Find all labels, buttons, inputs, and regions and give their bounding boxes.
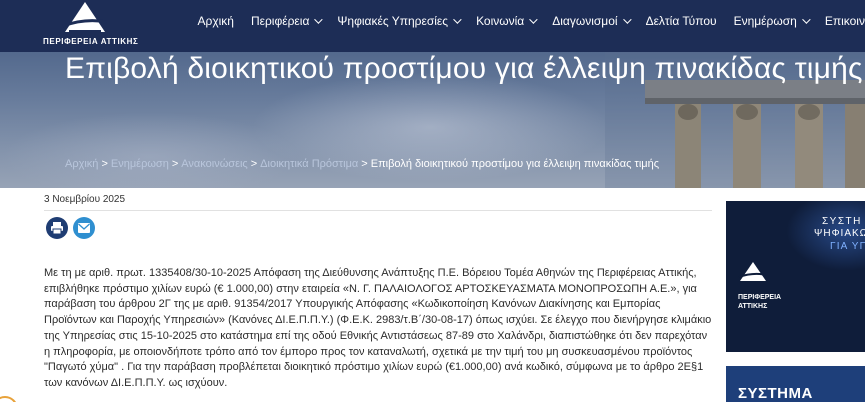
share-bar xyxy=(46,217,95,239)
system-banner[interactable]: ΣΥΣΤΗΜΑ xyxy=(726,366,865,402)
print-icon xyxy=(51,222,63,235)
top-header: ΠΕΡΙΦΕΡΕΙΑ ΑΤΤΙΚΗΣ Αρχική Περιφέρεια Ψηφια… xyxy=(0,0,865,52)
email-button[interactable] xyxy=(73,217,95,239)
banner-logo-line: ΠΕΡΙΦΕΡΕΙΑ xyxy=(738,294,782,301)
site-logo[interactable]: ΠΕΡΙΦΕΡΕΙΑ ΑΤΤΙΚΗΣ xyxy=(43,0,138,52)
article-body: Με τη με αριθ. πρωτ. 1335408/30-10-2025 … xyxy=(44,267,712,389)
breadcrumb-link[interactable]: Ανακοινώσεις xyxy=(181,158,247,170)
chevron-down-icon xyxy=(453,15,462,24)
breadcrumb-separator: > xyxy=(250,158,258,170)
chevron-down-icon xyxy=(314,15,324,24)
nav-label: Δελτία Τύπου xyxy=(645,14,717,28)
chevron-down-icon xyxy=(801,15,811,24)
breadcrumb-separator: > xyxy=(171,158,179,170)
nav-label: Αρχική xyxy=(197,14,234,28)
banner-line: ΨΗΦΙΑΚΩΝ Ε xyxy=(814,228,865,239)
nav-item-4[interactable]: Διαγωνισμοί xyxy=(544,14,637,28)
nav-label: Διαγωνισμοί xyxy=(552,14,618,28)
nav-label: Ενημέρωση xyxy=(733,14,797,28)
print-button[interactable] xyxy=(46,217,68,239)
nav-item-3[interactable]: Κοινωνία xyxy=(468,14,544,28)
breadcrumb-link[interactable]: Ενημέρωση xyxy=(111,158,169,170)
banner-line: ΣΥΣΤΗ xyxy=(822,216,862,227)
nav-label: Περιφέρεια xyxy=(250,14,310,28)
nav-item-2[interactable]: Ψηφιακές Υπηρεσίες xyxy=(329,14,468,28)
nav-item-7[interactable]: Επικοινωνία xyxy=(816,14,865,28)
main-nav: Αρχική Περιφέρεια Ψηφιακές Υπηρεσίες Κοινων… xyxy=(189,0,865,42)
breadcrumb-separator: > xyxy=(361,158,368,170)
accessibility-widget[interactable] xyxy=(0,396,18,402)
nav-item-6[interactable]: Ενημέρωση xyxy=(725,14,816,28)
chevron-down-icon xyxy=(529,15,538,24)
banner-line: ΓΙΑ ΥΠΗΡΕΣΙΕ xyxy=(830,241,865,252)
logo-triangle-icon xyxy=(62,2,108,34)
breadcrumb-link[interactable]: Διοικητικά Πρόστιμα xyxy=(260,158,358,170)
publish-date: 3 Νοεμβρίου 2025 xyxy=(44,194,126,205)
region-logo-icon xyxy=(738,262,768,281)
nav-item-5[interactable]: Δελτία Τύπου xyxy=(637,14,725,28)
nav-label: Ψηφιακές Υπηρεσίες xyxy=(337,14,449,28)
breadcrumb-current: Επιβολή διοικητικού προστίμου για έλλειψ… xyxy=(370,158,660,170)
page-title: Επιβολή διοικητικού προστίμου για έλλειψ… xyxy=(65,52,863,85)
nav-item-0[interactable]: Αρχική xyxy=(189,14,242,28)
system-banner-text: ΣΥΣΤΗΜΑ xyxy=(738,385,813,402)
logo-text: ΠΕΡΙΦΕΡΕΙΑ ΑΤΤΙΚΗΣ xyxy=(43,37,139,46)
breadcrumb: Αρχική > Ενημέρωση > Ανακοινώσεις > Διοικητικά… xyxy=(65,158,659,170)
nav-label: Κοινωνία xyxy=(476,14,525,28)
banner-logo-line: ΑΤΤΙΚΗΣ xyxy=(738,303,768,310)
hero-banner: Επιβολή διοικητικού προστίμου για έλλειψ… xyxy=(0,52,865,188)
divider xyxy=(44,210,712,211)
chevron-down-icon xyxy=(622,15,632,24)
email-icon xyxy=(78,223,90,233)
breadcrumb-separator: > xyxy=(101,158,108,170)
breadcrumb-link[interactable]: Αρχική xyxy=(65,158,98,170)
nav-item-1[interactable]: Περιφέρεια xyxy=(242,14,328,28)
nav-label: Επικοινωνία xyxy=(824,14,865,28)
digital-services-banner[interactable]: ΣΥΣΤΗ ΨΗΦΙΑΚΩΝ Ε ΓΙΑ ΥΠΗΡΕΣΙΕ ΠΕΡΙΦΕΡΕΙΑ… xyxy=(726,201,865,352)
banner-logo-text: ΠΕΡΙΦΕΡΕΙΑ ΑΤΤΙΚΗΣ xyxy=(738,293,781,311)
